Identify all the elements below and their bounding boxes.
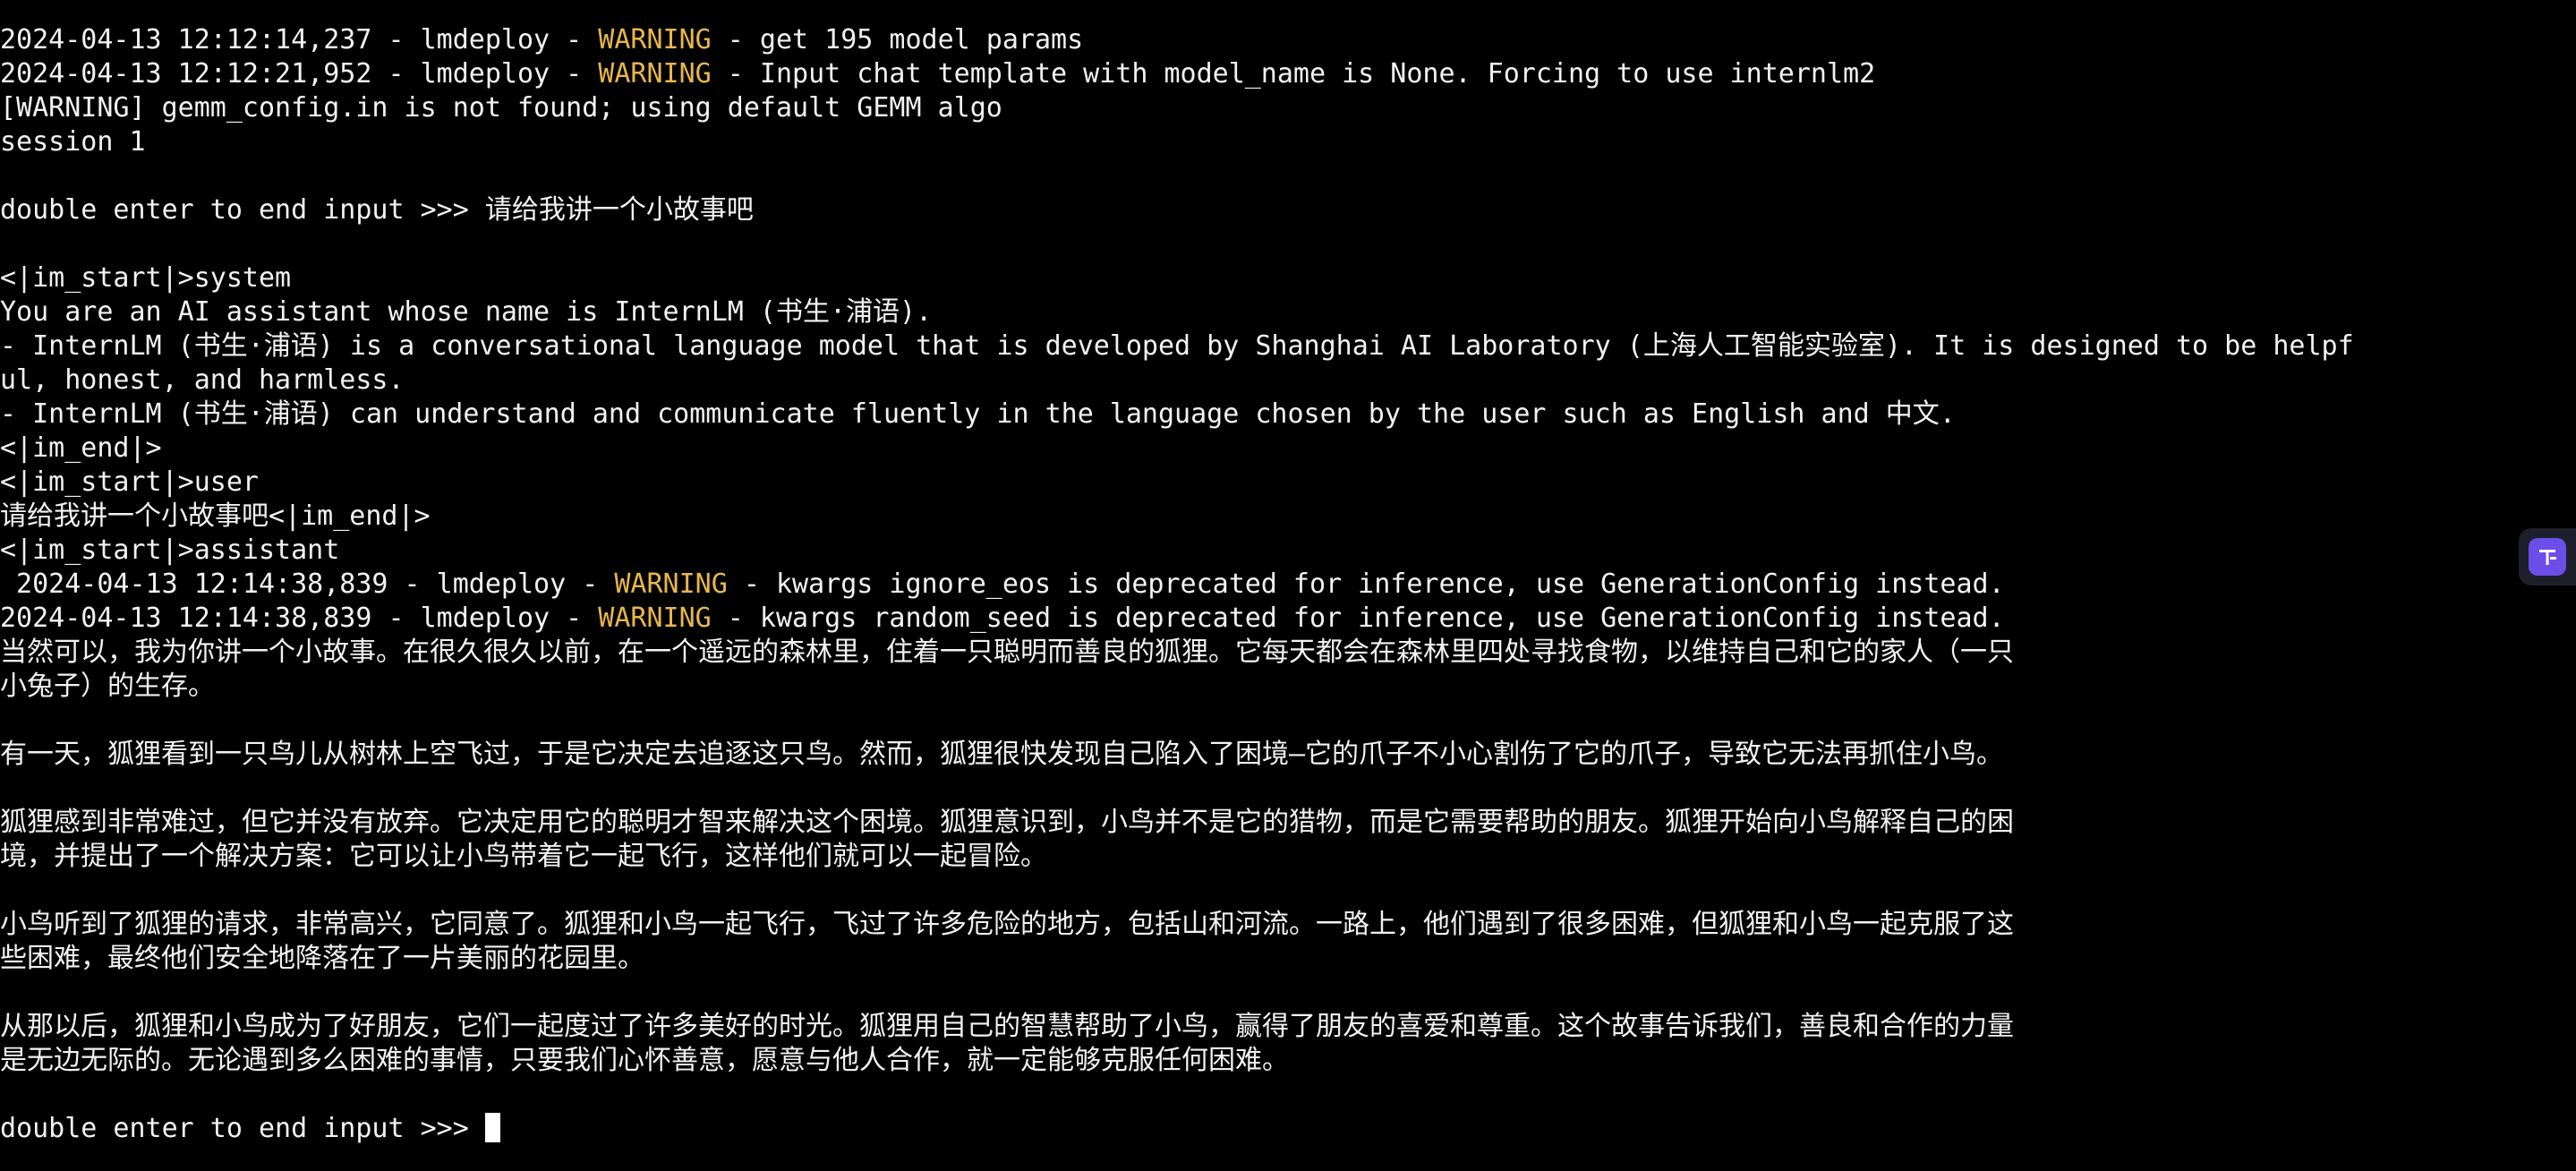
log-level-warning: WARNING (598, 603, 712, 634)
terminal-line: - InternLM (书生·浦语) is a conversational l… (0, 330, 2354, 362)
terminal-line: 2024-04-13 12:14:38,839 - lmdeploy - WAR… (0, 568, 2576, 602)
log-message: - kwargs random_seed is deprecated for i… (711, 603, 2005, 634)
terminal-line: 当然可以，我为你讲一个小故事。在很久很久以前，在一个遥远的森林里，住着一只聪明而… (0, 637, 2014, 668)
terminal-line: 2024-04-13 12:12:14,237 - lmdeploy - WAR… (0, 23, 2576, 57)
log-prefix: 2024-04-13 12:12:14,237 - lmdeploy - (0, 24, 599, 56)
log-prefix: 2024-04-13 12:14:38,839 - lmdeploy - (0, 568, 615, 600)
terminal-line: 小鸟听到了狐狸的请求，非常高兴，它同意了。狐狸和小鸟一起飞行，飞过了许多危险的地… (0, 909, 2014, 940)
terminal-line: double enter to end input >>> 请给我讲一个小故事吧 (0, 194, 754, 226)
terminal-line: 2024-04-13 12:14:38,839 - lmdeploy - WAR… (0, 602, 2576, 636)
terminal-line: ul, honest, and harmless. (0, 364, 405, 396)
floating-assistant-button[interactable] (2519, 528, 2576, 586)
terminal-line: 从那以后，狐狸和小鸟成为了好朋友，它们一起度过了许多美好的时光。狐狸用自己的智慧… (0, 1011, 2014, 1042)
terminal-line: <|im_end|> (0, 432, 162, 464)
input-prompt: double enter to end input >>> (0, 1113, 485, 1144)
terminal-line: 些困难，最终他们安全地降落在了一片美丽的花园里。 (0, 943, 644, 974)
log-level-warning: WARNING (598, 58, 712, 90)
terminal-line: 境，并提出了一个解决方案：它可以让小鸟带着它一起飞行，这样他们就可以一起冒险。 (0, 841, 1047, 872)
terminal-line: 2024-04-13 12:12:21,952 - lmdeploy - WAR… (0, 57, 2576, 91)
terminal-line: 请给我讲一个小故事吧<|im_end|> (0, 500, 431, 532)
terminal-line: 狐狸感到非常难过，但它并没有放弃。它决定用它的聪明才智来解决这个困境。狐狸意识到… (0, 807, 2014, 838)
log-message: - get 195 model params (711, 24, 1084, 56)
terminal-line: - InternLM (书生·浦语) can understand and co… (0, 398, 1956, 430)
terminal-line: [WARNING] gemm_config.in is not found; u… (0, 92, 1002, 124)
input-prompt-line[interactable]: double enter to end input >>> (0, 1112, 2576, 1146)
terminal-line: <|im_start|>assistant (0, 534, 340, 566)
text-cursor (484, 1113, 500, 1142)
terminal-line: 有一天，狐狸看到一只鸟儿从树林上空飞过，于是它决定去追逐这只鸟。然而，狐狸很快发… (0, 739, 2004, 770)
log-level-warning: WARNING (614, 568, 728, 600)
log-message: - Input chat template with model_name is… (711, 58, 1876, 90)
terminal-line: session 1 (0, 126, 146, 158)
log-prefix: 2024-04-13 12:14:38,839 - lmdeploy - (0, 603, 599, 634)
log-prefix: 2024-04-13 12:12:21,952 - lmdeploy - (0, 58, 599, 90)
log-message: - kwargs ignore_eos is deprecated for in… (727, 568, 2005, 600)
terminal-line: You are an AI assistant whose name is In… (0, 296, 933, 328)
log-level-warning: WARNING (598, 24, 712, 56)
terminal-line: <|im_start|>system (0, 262, 292, 294)
translate-assistant-icon (2529, 538, 2566, 576)
terminal-line: 小兔子）的生存。 (0, 671, 215, 702)
terminal-line: 是无边无际的。无论遇到多么困难的事情，只要我们心怀善意，愿意与他人合作，就一定能… (0, 1045, 1289, 1076)
terminal-output[interactable]: 2024-04-13 12:12:14,237 - lmdeploy - WAR… (0, 23, 2576, 1171)
terminal-line: <|im_start|>user (0, 466, 259, 498)
